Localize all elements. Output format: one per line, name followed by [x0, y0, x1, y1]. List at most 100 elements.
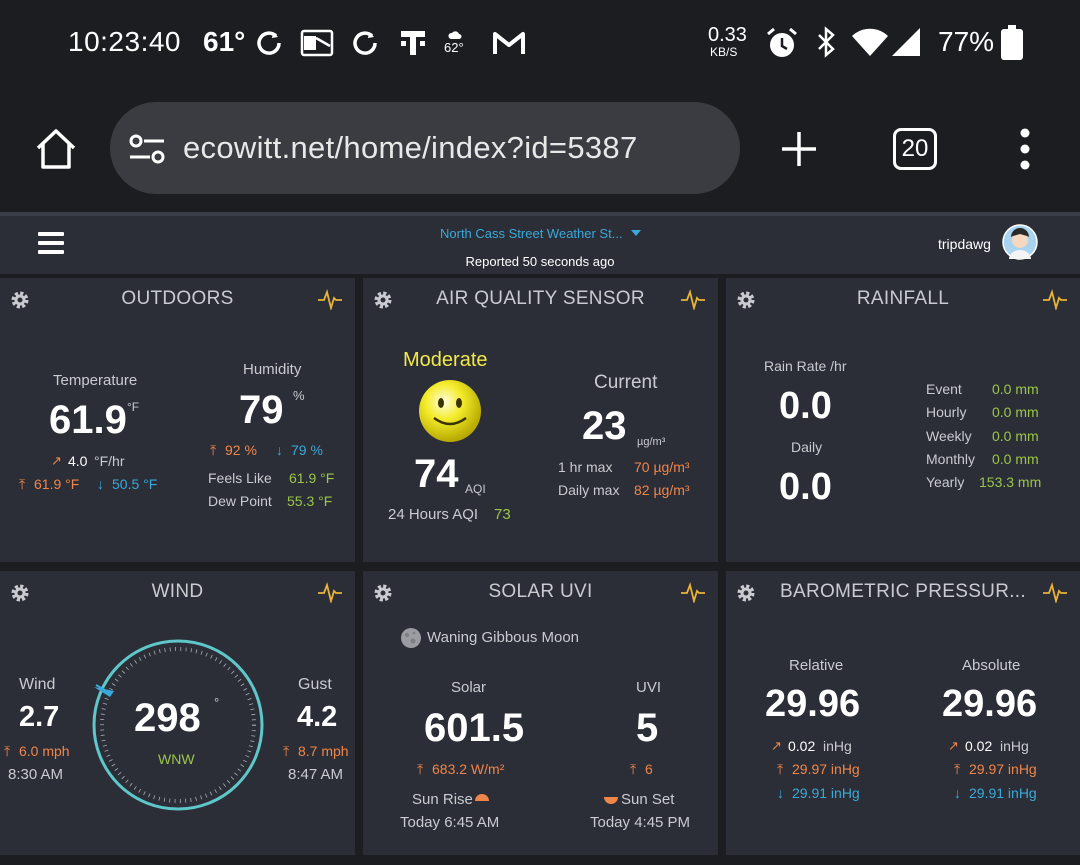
wind-direction-unit: °: [214, 695, 220, 710]
new-tab-icon[interactable]: [780, 130, 818, 168]
chart-pulse-icon[interactable]: [1042, 288, 1068, 310]
arrow-down-icon: ↓: [777, 785, 784, 801]
relative-value: 29.96: [765, 683, 861, 725]
relative-label: Relative: [789, 657, 844, 674]
max-1hr-value: 70 µg/m³: [634, 459, 690, 475]
sunrise-label: Sun Rise: [412, 791, 473, 808]
battery-percent: 77%: [938, 26, 995, 57]
absolute-low: 29.91 inHg: [969, 785, 1037, 801]
rain-event-value: 0.0 mm: [992, 381, 1039, 397]
trend-up-icon: ↗: [948, 738, 959, 753]
temperature-value: 61.9: [49, 398, 127, 442]
arrow-up-icon: ⤒: [210, 442, 217, 458]
app-header: North Cass Street Weather St... Reported…: [0, 212, 1080, 274]
arrow-up-icon: ⤒: [417, 761, 424, 777]
bluetooth-icon: [818, 26, 835, 58]
sync-icon: [257, 31, 281, 55]
rain-yearly-value: 153.3 mm: [979, 474, 1042, 490]
card-title: SOLAR UVI: [488, 581, 593, 602]
relative-low: 29.91 inHg: [792, 785, 860, 801]
sunset-time: Today 4:45 PM: [590, 814, 691, 831]
chart-pulse-icon[interactable]: [680, 581, 706, 603]
t-mobile-icon: [401, 31, 425, 55]
humidity-high: 92 %: [225, 442, 257, 458]
uvi-value: 5: [636, 706, 659, 750]
moon-phase: Waning Gibbous Moon: [427, 629, 580, 646]
arrow-up-icon: ⤒: [777, 761, 784, 777]
mail-app-icon: [300, 29, 334, 57]
trend-up-icon: ↗: [771, 738, 782, 753]
absolute-rate-unit: inHg: [1000, 738, 1029, 754]
aqi-value: 74: [414, 452, 459, 496]
arrow-down-icon: ↓: [276, 442, 283, 458]
signal-icon: [892, 28, 920, 56]
wind-max: 6.0 mph: [19, 743, 70, 759]
gmail-icon: [493, 32, 525, 54]
gust-label: Gust: [298, 676, 332, 693]
sync-icon-2: [353, 31, 377, 55]
wind-value: 2.7: [19, 701, 60, 733]
absolute-rate-value: 0.02: [965, 738, 993, 754]
rain-daily-label: Daily: [791, 439, 823, 455]
tab-switcher-button[interactable]: 20: [893, 128, 937, 170]
gust-max-time: 8:47 AM: [288, 766, 344, 783]
more-menu-icon[interactable]: [1017, 128, 1033, 170]
rain-monthly-label: Monthly: [926, 451, 976, 467]
absolute-label: Absolute: [962, 657, 1021, 674]
url-text[interactable]: ecowitt.net/home/index?id=5387: [183, 130, 638, 166]
aqi-unit: AQI: [465, 482, 486, 496]
home-icon[interactable]: [33, 126, 79, 172]
air-quality-card: AIR QUALITY SENSOR Moderate 74 AQI 24 Ho…: [363, 278, 718, 562]
pressure-card: BAROMETRIC PRESSUR... Relative 29.96 ↗ 0…: [726, 571, 1080, 855]
site-settings-icon[interactable]: [128, 133, 166, 165]
browser-toolbar: ecowitt.net/home/index?id=5387 20: [0, 86, 1080, 212]
net-speed-value: 0.33: [708, 24, 747, 46]
humidity-unit: %: [293, 388, 305, 403]
wifi-icon: [852, 28, 888, 56]
status-bar: 10:23:40 61° 62° 0.33 KB/S 77%: [0, 0, 1080, 86]
humidity-value: 79: [239, 388, 284, 432]
temperature-rate-value: 4.0: [68, 453, 88, 469]
rain-yearly-label: Yearly: [926, 474, 965, 490]
temperature-label: Temperature: [53, 372, 138, 389]
username[interactable]: tripdawg: [938, 236, 991, 252]
chart-pulse-icon[interactable]: [1042, 581, 1068, 603]
moon-icon: [401, 628, 421, 648]
card-title: OUTDOORS: [121, 288, 234, 309]
arrow-up-icon: ⤒: [954, 761, 961, 777]
relative-high: 29.97 inHg: [792, 761, 860, 777]
arrow-up-icon: ⤒: [630, 761, 637, 777]
rain-hourly-value: 0.0 mm: [992, 404, 1039, 420]
sunset-label: Sun Set: [621, 791, 675, 808]
card-title: WIND: [151, 581, 204, 602]
chart-pulse-icon[interactable]: [317, 581, 343, 603]
daily-max-label: Daily max: [558, 482, 620, 498]
reported-time: Reported 50 seconds ago: [465, 254, 615, 269]
wind-card: WIND Wind 2.7 ⤒ 6.0 mph 8:30 AM 298 ° WN…: [0, 571, 355, 855]
rain-hourly-label: Hourly: [926, 404, 967, 420]
feels-like-label: Feels Like: [208, 470, 272, 486]
humidity-label: Humidity: [243, 361, 302, 378]
chevron-down-icon[interactable]: [631, 230, 641, 236]
station-selector[interactable]: North Cass Street Weather St...: [440, 226, 623, 241]
chart-pulse-icon[interactable]: [317, 288, 343, 310]
relative-rate-value: 0.02: [788, 738, 816, 754]
wind-max-time: 8:30 AM: [8, 766, 64, 783]
battery-icon: [1001, 25, 1023, 60]
chart-pulse-icon[interactable]: [680, 288, 706, 310]
feels-like-value: 61.9 °F: [289, 470, 335, 486]
weather-small-temp: 62°: [444, 40, 464, 55]
humidity-low: 79 %: [291, 442, 323, 458]
temperature-unit: °F: [127, 400, 140, 414]
hamburger-menu-icon[interactable]: [38, 232, 64, 254]
arrow-up-icon: ⤒: [19, 476, 26, 492]
net-speed-unit: KB/S: [710, 45, 738, 59]
absolute-high: 29.97 inHg: [969, 761, 1037, 777]
aqi-24h-label: 24 Hours AQI: [388, 506, 479, 523]
arrow-down-icon: ↓: [954, 785, 961, 801]
avatar[interactable]: [1002, 224, 1038, 260]
uvi-max: 6: [645, 761, 653, 777]
wind-label: Wind: [19, 676, 56, 693]
rain-event-label: Event: [926, 381, 962, 397]
wind-direction-name: WNW: [158, 751, 195, 767]
